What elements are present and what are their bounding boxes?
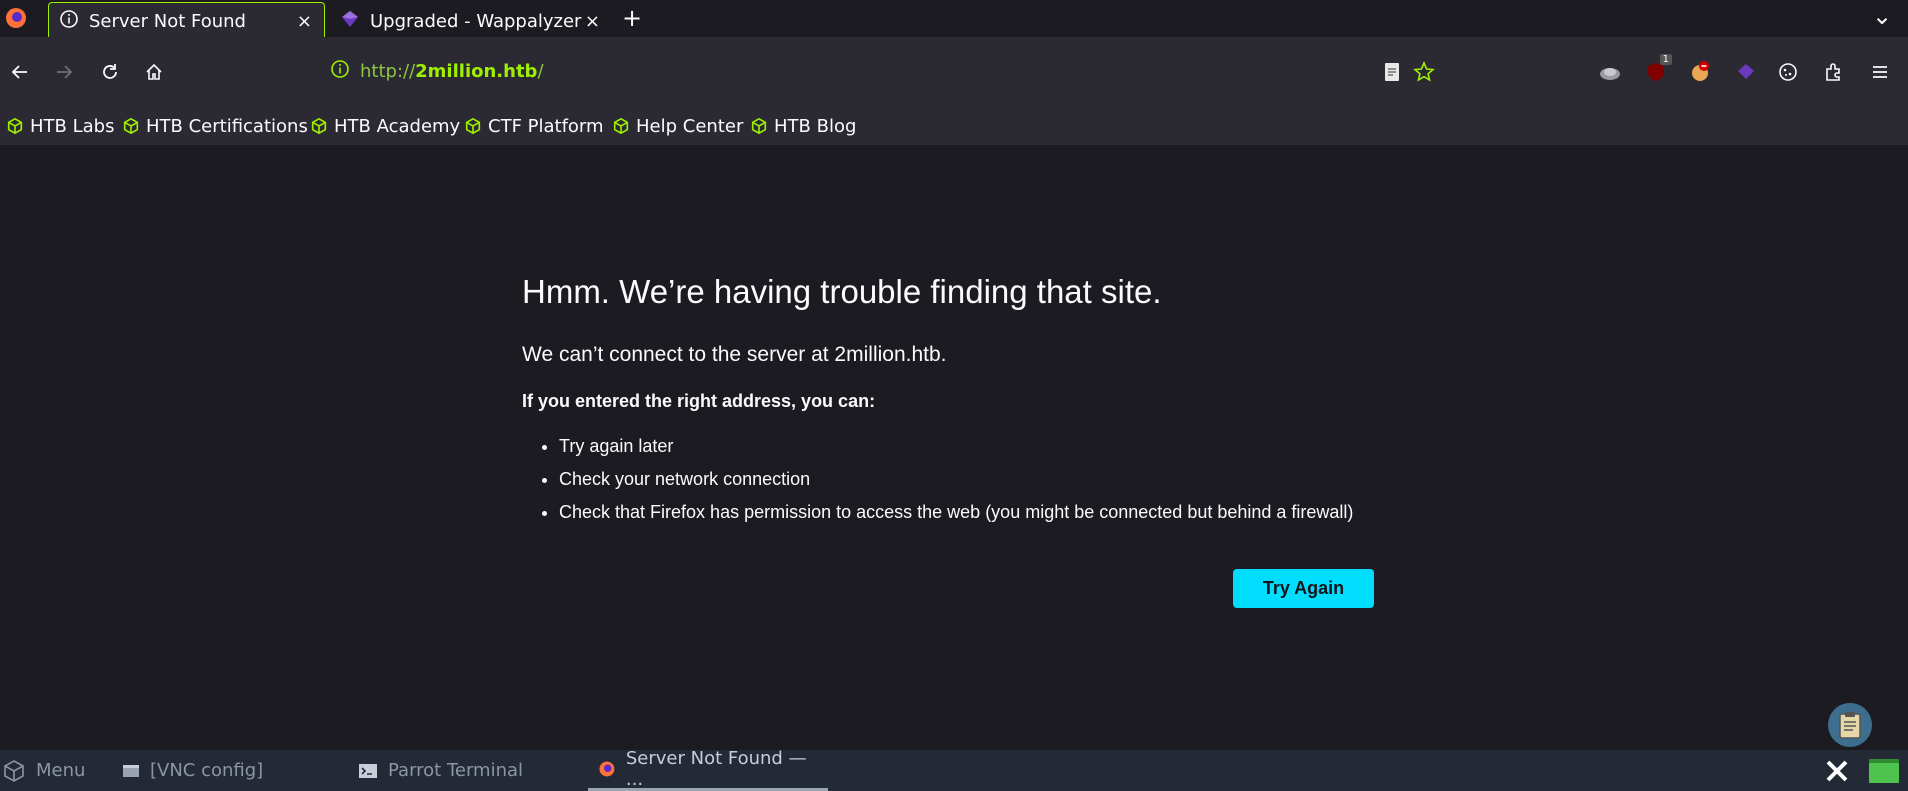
- url-text: http://2million.htb/: [360, 61, 544, 82]
- try-again-button[interactable]: Try Again: [1233, 569, 1374, 608]
- start-menu-button[interactable]: Menu: [2, 750, 85, 791]
- bookmark-label: HTB Certifications: [146, 115, 308, 137]
- extensions-puzzle-icon[interactable]: [1820, 58, 1848, 86]
- error-title: Hmm. We’re having trouble finding that s…: [522, 273, 1162, 310]
- error-description: We can’t connect to the server at 2milli…: [522, 343, 947, 366]
- list-item: Check your network connection: [559, 463, 1353, 496]
- close-tab-icon[interactable]: ×: [297, 11, 312, 32]
- forward-button[interactable]: [50, 58, 78, 86]
- bookmark-label: HTB Blog: [774, 115, 857, 137]
- url-bar[interactable]: http://2million.htb/: [320, 49, 1420, 93]
- htb-cube-icon: [465, 117, 481, 135]
- task-firefox[interactable]: Server Not Found — ...: [588, 748, 828, 791]
- bookmark-label: HTB Labs: [30, 115, 115, 137]
- task-label: Parrot Terminal: [388, 760, 524, 781]
- window-icon: [123, 764, 139, 777]
- suggestion-list: Try again later Check your network conne…: [522, 430, 1353, 529]
- bookmark-help-center[interactable]: Help Center: [612, 107, 743, 145]
- wappalyzer-icon: [340, 9, 360, 34]
- tab-title: Upgraded - Wappalyzer: [370, 10, 582, 32]
- htb-cube-icon: [7, 117, 23, 135]
- info-icon[interactable]: [330, 59, 350, 84]
- htb-cube-icon: [311, 117, 327, 135]
- task-parrot-terminal[interactable]: Parrot Terminal: [358, 750, 523, 791]
- ublock-badge: 1: [1659, 54, 1672, 65]
- url-host: 2million.htb: [415, 60, 538, 82]
- bookmark-htb-blog[interactable]: HTB Blog: [750, 107, 856, 145]
- ublock-origin-icon[interactable]: 1: [1642, 54, 1672, 86]
- clipboard-icon[interactable]: [1828, 703, 1872, 747]
- htb-cube-icon: [123, 117, 139, 135]
- htb-cube-icon: [613, 117, 629, 135]
- list-item: Try again later: [559, 430, 1353, 463]
- close-x-icon[interactable]: [1822, 750, 1852, 791]
- task-vnc-config[interactable]: [VNC config]: [122, 750, 263, 791]
- bookmark-htb-academy[interactable]: HTB Academy: [310, 107, 460, 145]
- bookmark-ctf-platform[interactable]: CTF Platform: [464, 107, 604, 145]
- list-item: Check that Firefox has permission to acc…: [559, 496, 1353, 529]
- menu-label: Menu: [36, 760, 86, 781]
- taskbar: Menu [VNC config] Parrot Terminal Server…: [0, 748, 1908, 791]
- bookmark-label: CTF Platform: [488, 115, 604, 137]
- error-subtitle: If you entered the right address, you ca…: [522, 391, 876, 411]
- back-button[interactable]: [6, 58, 34, 86]
- bookmark-label: HTB Academy: [334, 115, 461, 137]
- tab-wappalyzer[interactable]: Upgraded - Wappalyzer ×: [330, 2, 612, 40]
- bookmark-htb-labs[interactable]: HTB Labs: [6, 107, 114, 145]
- url-scheme: http://: [360, 60, 416, 82]
- firefox-menu-icon[interactable]: [4, 6, 28, 30]
- cookie-icon[interactable]: [1774, 58, 1802, 86]
- reader-view-icon[interactable]: [1378, 58, 1406, 86]
- hamburger-menu-icon[interactable]: [1866, 58, 1894, 86]
- task-label: Server Not Found — ...: [625, 748, 807, 790]
- list-all-tabs-button[interactable]: ⌄: [1872, 2, 1892, 30]
- cookie-editor-icon[interactable]: [1686, 58, 1714, 86]
- home-button[interactable]: [140, 58, 168, 86]
- url-path: /: [537, 60, 544, 82]
- reload-button[interactable]: [96, 58, 124, 86]
- bookmark-label: Help Center: [636, 115, 744, 137]
- terminal-icon: [359, 763, 377, 778]
- bookmark-htb-certifications[interactable]: HTB Certifications: [122, 107, 308, 145]
- cube-menu-icon: [4, 759, 24, 782]
- bookmarks-toolbar: HTB Labs HTB Certifications HTB Academy …: [0, 107, 1908, 145]
- new-tab-button[interactable]: +: [622, 4, 642, 32]
- tab-strip: Server Not Found × Upgraded - Wappalyzer…: [0, 0, 1908, 40]
- firefox-icon: [599, 761, 615, 777]
- htb-cube-icon: [751, 117, 767, 135]
- bookmark-star-icon[interactable]: [1410, 58, 1438, 86]
- foxyproxy-icon[interactable]: [1596, 58, 1624, 86]
- tab-server-not-found[interactable]: Server Not Found ×: [48, 2, 325, 40]
- workspace-indicator-icon[interactable]: [1868, 750, 1900, 791]
- tab-title: Server Not Found: [89, 11, 246, 32]
- task-label: [VNC config]: [150, 760, 264, 781]
- info-icon: [59, 9, 79, 34]
- wappalyzer-icon[interactable]: [1732, 58, 1760, 86]
- close-tab-icon[interactable]: ×: [585, 11, 600, 32]
